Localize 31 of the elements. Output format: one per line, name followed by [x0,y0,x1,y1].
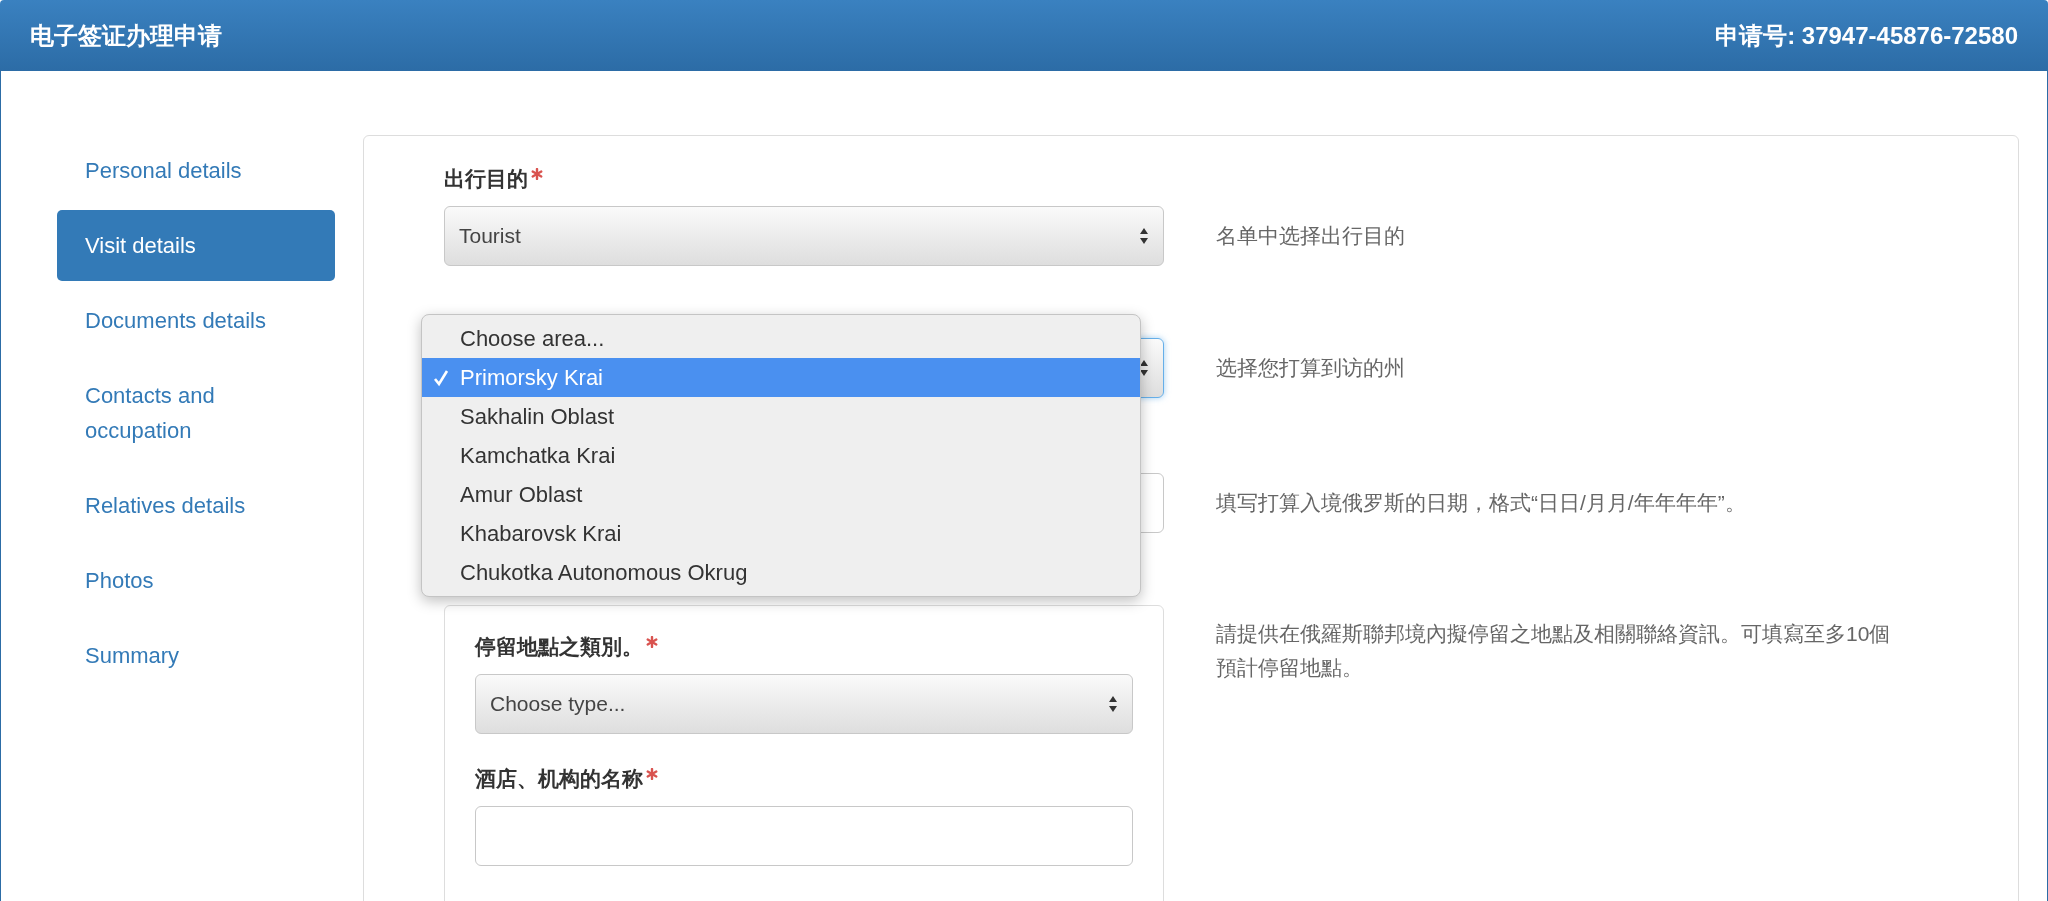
check-icon [433,368,449,387]
select-arrows-icon [1139,227,1149,245]
select-arrows-icon [1139,359,1149,377]
sidebar-item[interactable]: Visit details [57,210,335,281]
help-text: 选择您打算到访的州 [1216,355,1405,382]
sidebar-item[interactable]: Summary [57,620,335,691]
sidebar-item[interactable]: Personal details [57,135,335,206]
sidebar-item[interactable]: Documents details [57,285,335,356]
dropdown-option[interactable]: Kamchatka Krai [422,436,1140,475]
select-value: Choose type... [490,691,626,718]
select-arrows-icon [1108,695,1118,713]
help-text: 請提供在俄羅斯聯邦境內擬停留之地點及相關聯絡資訊。可填寫至多10個預計停留地點。 [1216,621,1892,681]
sidebar-item[interactable]: Relatives details [57,470,335,541]
dropdown-option[interactable]: Khabarovsk Krai [422,514,1140,553]
dropdown-option[interactable]: Choose area... [422,319,1140,358]
application-number: 申请号: 37947-45876-72580 [1715,20,2018,51]
dropdown-option[interactable]: Chukotka Autonomous Okrug [422,553,1140,592]
dropdown-option[interactable]: Sakhalin Oblast [422,397,1140,436]
field-label: 酒店、机构的名称 [475,766,643,793]
sidebar-item[interactable]: Contacts and occupation [57,360,335,466]
text-input-field[interactable] [475,806,1133,866]
field-label: 出行目的 [444,166,528,193]
help-text: 填写打算入境俄罗斯的日期，格式“日日/月月/年年年年”。 [1216,490,1746,517]
help-text: 名单中选择出行目的 [1216,223,1405,250]
field-label: 停留地點之類別。 [475,634,643,661]
page-title: 电子签证办理申请 [30,20,222,51]
select-field[interactable]: Tourist [444,206,1164,266]
select-value: Tourist [459,223,521,250]
dropdown-option[interactable]: Amur Oblast [422,475,1140,514]
sidebar-item[interactable]: Photos [57,545,335,616]
select-field[interactable]: Choose type... [475,674,1133,734]
